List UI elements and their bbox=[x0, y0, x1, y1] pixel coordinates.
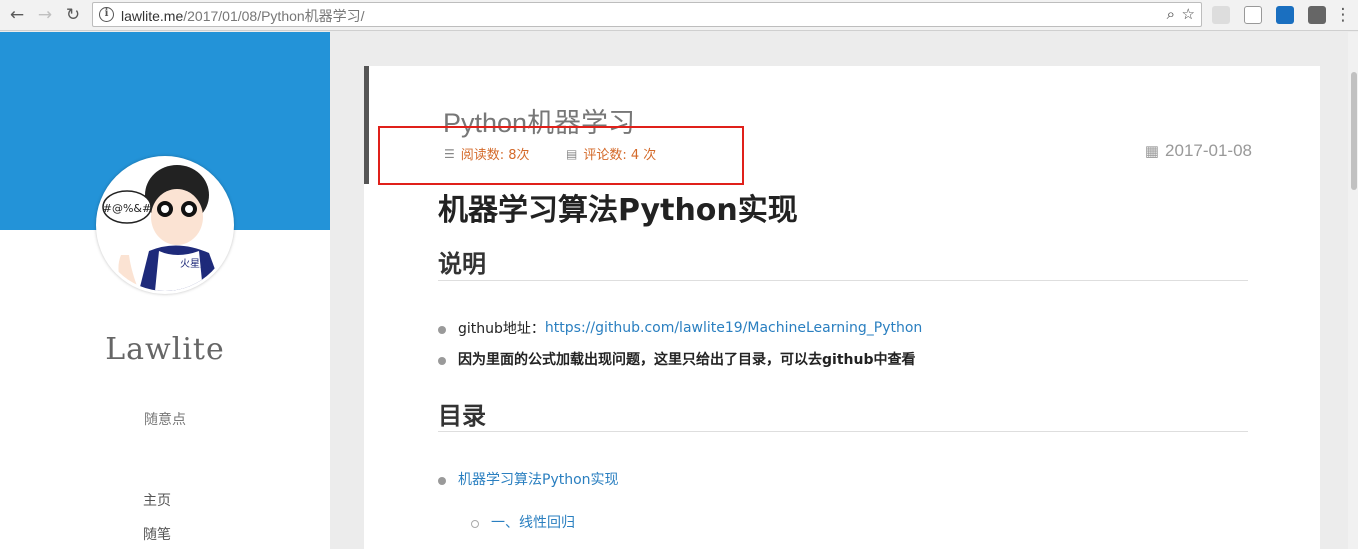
post-date: ▦ 2017-01-08 bbox=[1145, 141, 1252, 161]
bullet-icon bbox=[438, 326, 446, 334]
forward-icon[interactable]: → bbox=[34, 4, 56, 26]
main-content: Python机器学习 ☰ 阅读数: 8次 ▤ 评论数: 4 次 ▦ 2017-0… bbox=[330, 32, 1358, 549]
reload-icon[interactable]: ↻ bbox=[62, 4, 84, 26]
github-link[interactable]: https://github.com/lawlite19/MachineLear… bbox=[545, 320, 922, 336]
back-icon[interactable]: ← bbox=[6, 4, 28, 26]
nav-item-essays[interactable]: 随笔 bbox=[143, 524, 171, 544]
github-label: github地址： bbox=[458, 321, 545, 337]
toc-link[interactable]: 机器学习算法Python实现 bbox=[458, 469, 619, 489]
section-heading-description: 说明 bbox=[438, 250, 486, 278]
toc-subitem: 一、线性回归 bbox=[471, 512, 575, 532]
nav-item-home[interactable]: 主页 bbox=[143, 490, 171, 510]
menu-icon[interactable]: ⋮ bbox=[1332, 4, 1354, 26]
scrollbar-thumb[interactable] bbox=[1351, 72, 1357, 190]
list-item: github地址： https://github.com/lawlite19/M… bbox=[438, 318, 922, 338]
avatar-illustration: #@%&# 火星族 bbox=[99, 159, 231, 291]
toc-link[interactable]: 一、线性回归 bbox=[491, 512, 575, 532]
bullet-icon bbox=[438, 477, 446, 485]
site-tagline: 随意点 bbox=[144, 412, 186, 428]
extension-icon[interactable] bbox=[1276, 6, 1294, 24]
toc-item: 机器学习算法Python实现 bbox=[438, 469, 619, 489]
list-item: 因为里面的公式加载出现问题，这里只给出了目录，可以去github中查看 bbox=[438, 349, 915, 369]
calendar-icon: ▦ bbox=[1144, 143, 1160, 160]
scrollbar[interactable] bbox=[1348, 32, 1358, 549]
info-icon[interactable]: i bbox=[99, 7, 114, 22]
sidebar: #@%&# 火星族 Lawlite 随意点 主页 随笔 bbox=[0, 32, 330, 549]
extension-icon[interactable] bbox=[1212, 6, 1230, 24]
section-divider bbox=[438, 280, 1248, 281]
bullet-icon bbox=[471, 520, 479, 528]
mail-icon[interactable] bbox=[1308, 6, 1326, 24]
section-heading-toc: 目录 bbox=[438, 402, 486, 430]
article-heading: 机器学习算法Python实现 bbox=[438, 193, 798, 228]
site-name[interactable]: Lawlite bbox=[0, 332, 330, 367]
section-divider bbox=[438, 431, 1248, 432]
highlight-box bbox=[378, 126, 744, 185]
address-bar[interactable]: i lawlite.me/2017/01/08/Python机器学习/ ⌕ ☆ bbox=[92, 2, 1202, 27]
avatar-thought-text: #@%&# bbox=[103, 202, 151, 215]
browser-toolbar: ← → ↻ i lawlite.me/2017/01/08/Python机器学习… bbox=[0, 0, 1358, 31]
date-text: 2017-01-08 bbox=[1165, 141, 1252, 160]
bookmark-star-icon[interactable]: ☆ bbox=[1182, 5, 1195, 23]
extension-icon[interactable] bbox=[1244, 6, 1262, 24]
notice-text: 因为里面的公式加载出现问题，这里只给出了目录，可以去github中查看 bbox=[458, 352, 916, 368]
bullet-icon bbox=[438, 357, 446, 365]
avatar-badge-text: 火星族 bbox=[180, 257, 210, 270]
post-accent-bar bbox=[364, 66, 369, 184]
zoom-icon[interactable]: ⌕ bbox=[1167, 5, 1175, 23]
avatar[interactable]: #@%&# 火星族 bbox=[96, 156, 234, 294]
url-text: lawlite.me/2017/01/08/Python机器学习/ bbox=[121, 8, 365, 24]
